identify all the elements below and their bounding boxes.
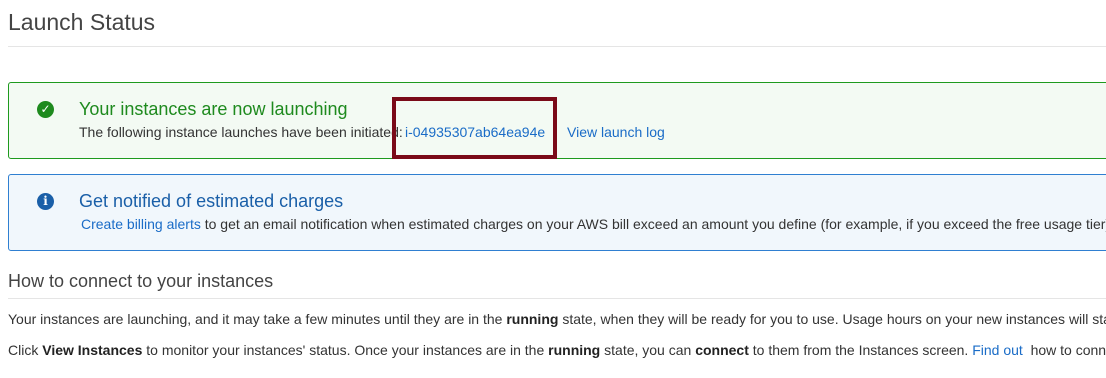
para1-after: state, when they will be ready for you t… [558,311,1106,327]
success-alert-body: The following instance launches have bee… [79,124,403,140]
create-billing-alerts-link[interactable]: Create billing alerts [81,216,201,232]
success-alert-heading: Your instances are now launching [79,99,348,119]
info-alert-body-text: to get an email notification when estima… [200,216,1106,232]
title-divider [8,46,1106,47]
info-alert-body: Create billing alerts to get an email no… [81,216,1106,232]
para2-part3: state, you can [600,342,696,358]
launch-success-alert: ✓ Your instances are now launching The f… [8,82,1106,159]
para1-running-bold: running [506,311,559,327]
para2-connect-bold: connect [695,342,749,358]
para2-part4: to them from the Instances screen. [748,342,973,358]
connect-paragraph-1: Your instances are launching, and it may… [8,311,1106,327]
para2-view-instances-bold: View Instances [42,342,143,358]
para2-running-bold: running [548,342,601,358]
para2-part1: Click [8,342,43,358]
connect-paragraph-2: Click View Instances to monitor your ins… [8,342,1106,358]
info-circle-icon: i [37,193,54,210]
connect-section-heading: How to connect to your instances [8,271,274,291]
section-divider [8,298,1106,299]
launch-status-page: Launch Status ✓ Your instances are now l… [0,0,1106,378]
instance-id-link[interactable]: i-04935307ab64ea94e [405,124,545,140]
para2-part5: how to connect [1030,342,1106,358]
check-circle-icon: ✓ [37,101,54,118]
billing-info-alert: i Get notified of estimated charges Crea… [8,174,1106,251]
para1-before: Your instances are launching, and it may… [8,311,507,327]
view-launch-log-link[interactable]: View launch log [567,124,665,140]
find-out-link[interactable]: Find out [972,342,1023,358]
info-alert-heading: Get notified of estimated charges [79,191,344,211]
para2-part2: to monitor your instances' status. Once … [142,342,549,358]
page-title: Launch Status [8,9,156,35]
